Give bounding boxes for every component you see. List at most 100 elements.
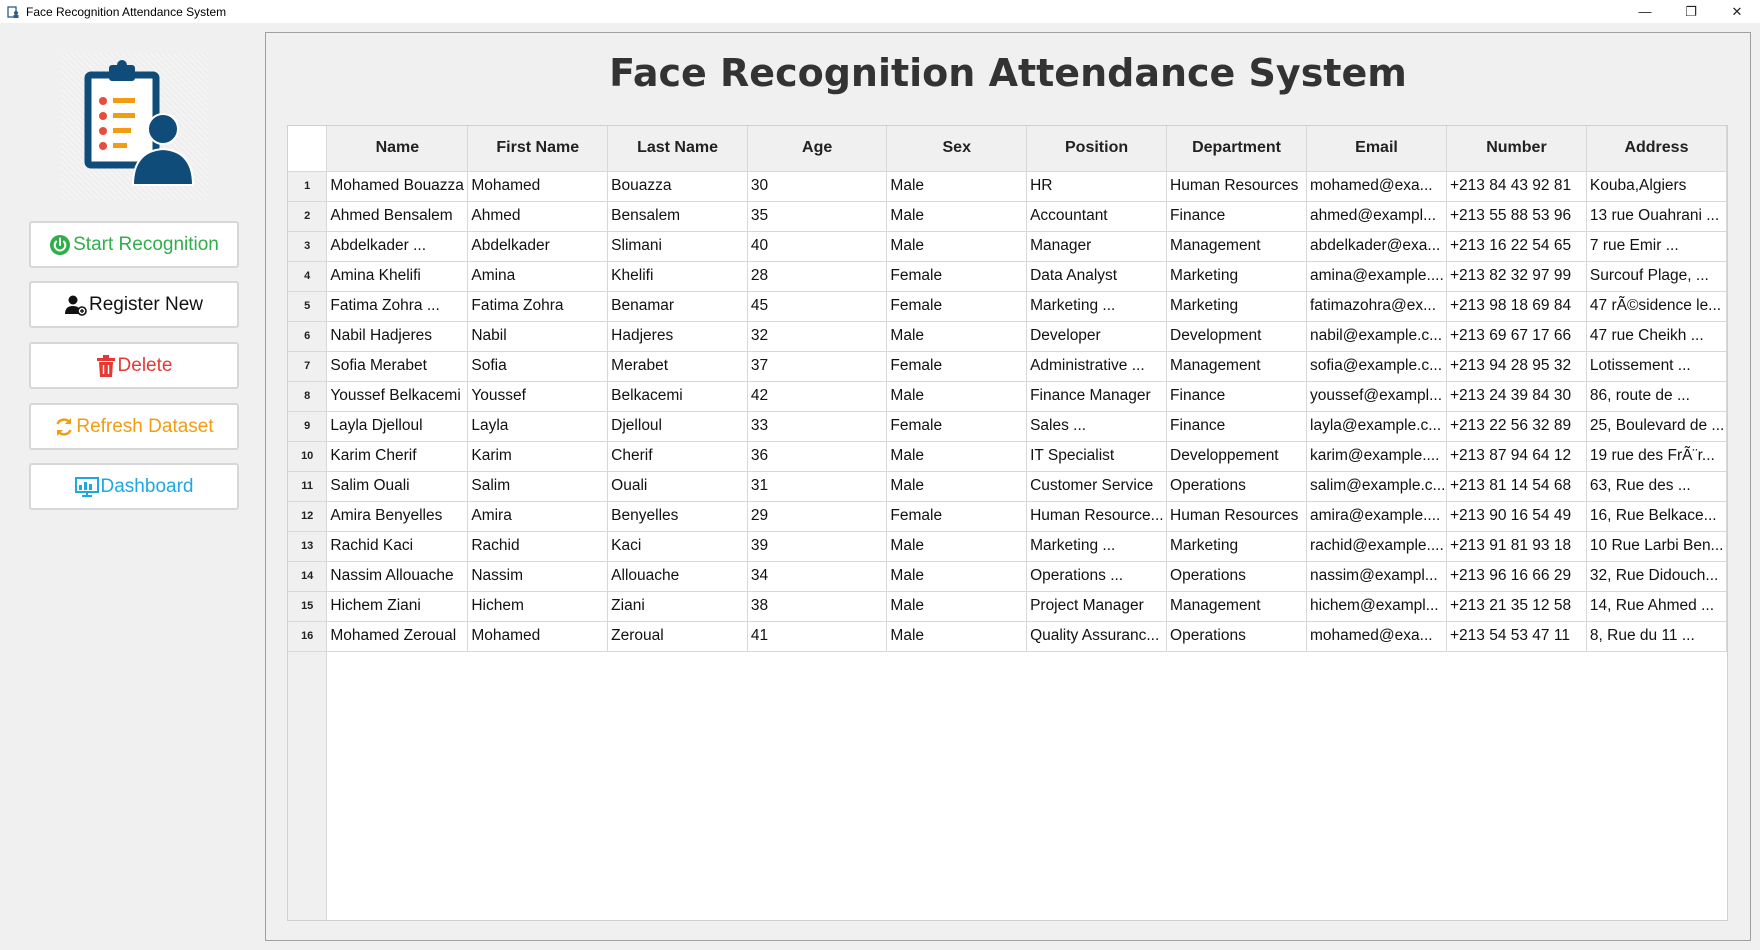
row-number[interactable]: 10 bbox=[288, 441, 328, 472]
table-cell[interactable]: salim@example.c... bbox=[1306, 471, 1447, 502]
table-cell[interactable]: Marketing ... bbox=[1026, 531, 1168, 562]
table-cell[interactable]: Rachid Kaci bbox=[326, 531, 469, 562]
table-cell[interactable]: Karim bbox=[467, 441, 609, 472]
row-number[interactable]: 8 bbox=[288, 381, 328, 412]
table-cell[interactable]: +213 90 16 54 49 bbox=[1446, 501, 1587, 532]
table-cell[interactable]: Ahmed bbox=[467, 201, 609, 232]
table-cell[interactable]: Sofia bbox=[467, 351, 609, 382]
table-cell[interactable]: +213 69 67 17 66 bbox=[1446, 321, 1587, 352]
table-cell[interactable]: 16, Rue Belkace... bbox=[1586, 501, 1727, 532]
corner-cell[interactable] bbox=[288, 126, 328, 172]
table-cell[interactable]: Ziani bbox=[607, 591, 748, 622]
table-cell[interactable]: 13 rue Ouahrani ... bbox=[1586, 201, 1727, 232]
table-cell[interactable]: Djelloul bbox=[607, 411, 748, 442]
table-cell[interactable]: abdelkader@exa... bbox=[1306, 231, 1447, 262]
table-cell[interactable]: Nabil Hadjeres bbox=[326, 321, 469, 352]
table-cell[interactable]: 14, Rue Ahmed ... bbox=[1586, 591, 1727, 622]
table-cell[interactable]: Marketing bbox=[1166, 531, 1307, 562]
table-row[interactable]: 16 Mohamed Zeroual Mohamed Zeroual 41 Male Qua… bbox=[288, 621, 1727, 652]
table-cell[interactable]: Ahmed Bensalem bbox=[326, 201, 469, 232]
table-cell[interactable]: Male bbox=[886, 321, 1028, 352]
table-cell[interactable]: Zeroual bbox=[607, 621, 748, 652]
table-cell[interactable]: 10 Rue Larbi Ben... bbox=[1586, 531, 1727, 562]
row-number[interactable]: 1 bbox=[288, 171, 328, 202]
row-number[interactable]: 14 bbox=[288, 561, 328, 592]
table-cell[interactable]: Kaci bbox=[607, 531, 748, 562]
table-cell[interactable]: +213 21 35 12 58 bbox=[1446, 591, 1587, 622]
column-header[interactable]: Number bbox=[1446, 126, 1587, 172]
table-cell[interactable]: Hichem Ziani bbox=[326, 591, 469, 622]
table-cell[interactable]: Management bbox=[1166, 351, 1307, 382]
table-cell[interactable]: 45 bbox=[747, 291, 888, 322]
table-cell[interactable]: Human Resources bbox=[1166, 501, 1307, 532]
table-cell[interactable]: karim@example.... bbox=[1306, 441, 1447, 472]
table-cell[interactable]: Bensalem bbox=[607, 201, 748, 232]
row-number[interactable]: 5 bbox=[288, 291, 328, 322]
table-cell[interactable]: Abdelkader ... bbox=[326, 231, 469, 262]
table-cell[interactable]: Bouazza bbox=[607, 171, 748, 202]
table-cell[interactable]: Karim Cherif bbox=[326, 441, 469, 472]
table-cell[interactable]: 41 bbox=[747, 621, 888, 652]
row-number[interactable]: 3 bbox=[288, 231, 328, 262]
table-cell[interactable]: 34 bbox=[747, 561, 888, 592]
table-cell[interactable]: Benamar bbox=[607, 291, 748, 322]
table-row[interactable]: 5 Fatima Zohra ... Fatima Zohra Benamar 45 Fe… bbox=[288, 291, 1727, 322]
table-row[interactable]: 12 Amira Benyelles Amira Benyelles 29 Female H… bbox=[288, 501, 1727, 532]
column-header[interactable]: Email bbox=[1306, 126, 1447, 172]
table-cell[interactable]: nabil@example.c... bbox=[1306, 321, 1447, 352]
table-cell[interactable]: ahmed@exampl... bbox=[1306, 201, 1447, 232]
table-row[interactable]: 13 Rachid Kaci Rachid Kaci 39 Male Marketing .… bbox=[288, 531, 1727, 562]
table-cell[interactable]: Marketing bbox=[1166, 261, 1307, 292]
row-number[interactable]: 9 bbox=[288, 411, 328, 442]
delete-button[interactable]: Delete bbox=[29, 342, 239, 389]
dashboard-button[interactable]: Dashboard bbox=[29, 463, 239, 510]
table-cell[interactable]: Male bbox=[886, 591, 1028, 622]
table-cell[interactable]: Project Manager bbox=[1026, 591, 1168, 622]
table-row[interactable]: 4 Amina Khelifi Amina Khelifi 28 Female Data A… bbox=[288, 261, 1727, 292]
table-cell[interactable]: rachid@example.... bbox=[1306, 531, 1447, 562]
start-recognition-button[interactable]: Start Recognition bbox=[29, 221, 239, 268]
table-cell[interactable]: Finance bbox=[1166, 201, 1307, 232]
table-cell[interactable]: +213 94 28 95 32 bbox=[1446, 351, 1587, 382]
row-number[interactable]: 7 bbox=[288, 351, 328, 382]
table-cell[interactable]: Khelifi bbox=[607, 261, 748, 292]
table-cell[interactable]: Female bbox=[886, 291, 1028, 322]
table-cell[interactable]: Customer Service bbox=[1026, 471, 1168, 502]
table-cell[interactable]: IT Specialist bbox=[1026, 441, 1168, 472]
close-button[interactable]: ✕ bbox=[1714, 0, 1760, 23]
table-row[interactable]: 1 Mohamed Bouazza Mohamed Bouazza 30 Male HR Hu… bbox=[288, 171, 1727, 202]
table-cell[interactable]: Kouba,Algiers bbox=[1586, 171, 1727, 202]
table-cell[interactable]: Developer bbox=[1026, 321, 1168, 352]
table-cell[interactable]: Development bbox=[1166, 321, 1307, 352]
table-cell[interactable]: Male bbox=[886, 561, 1028, 592]
table-cell[interactable]: Salim Ouali bbox=[326, 471, 469, 502]
table-cell[interactable]: mohamed@exa... bbox=[1306, 171, 1447, 202]
table-cell[interactable]: 8, Rue du 11 ... bbox=[1586, 621, 1727, 652]
table-cell[interactable]: Male bbox=[886, 621, 1028, 652]
table-cell[interactable]: 31 bbox=[747, 471, 888, 502]
table-cell[interactable]: Male bbox=[886, 231, 1028, 262]
table-cell[interactable]: Marketing bbox=[1166, 291, 1307, 322]
table-cell[interactable]: 37 bbox=[747, 351, 888, 382]
table-cell[interactable]: Female bbox=[886, 501, 1028, 532]
table-cell[interactable]: Lotissement ... bbox=[1586, 351, 1727, 382]
table-cell[interactable]: +213 22 56 32 89 bbox=[1446, 411, 1587, 442]
column-header[interactable]: Sex bbox=[886, 126, 1028, 172]
table-cell[interactable]: Layla bbox=[467, 411, 609, 442]
table-cell[interactable]: Hadjeres bbox=[607, 321, 748, 352]
table-cell[interactable]: 33 bbox=[747, 411, 888, 442]
table-cell[interactable]: Mohamed bbox=[467, 171, 609, 202]
maximize-button[interactable]: ❐ bbox=[1668, 0, 1714, 23]
table-row[interactable]: 11 Salim Ouali Salim Ouali 31 Male Customer Se… bbox=[288, 471, 1727, 502]
table-cell[interactable]: hichem@exampl... bbox=[1306, 591, 1447, 622]
table-cell[interactable]: 25, Boulevard de ... bbox=[1586, 411, 1727, 442]
table-cell[interactable]: HR bbox=[1026, 171, 1168, 202]
table-cell[interactable]: Youssef Belkacemi bbox=[326, 381, 469, 412]
column-header[interactable]: Address bbox=[1586, 126, 1727, 172]
table-cell[interactable]: +213 16 22 54 65 bbox=[1446, 231, 1587, 262]
table-cell[interactable]: 47 rÃ©sidence le... bbox=[1586, 291, 1727, 322]
table-cell[interactable]: +213 55 88 53 96 bbox=[1446, 201, 1587, 232]
column-header[interactable]: Department bbox=[1166, 126, 1307, 172]
table-cell[interactable]: 29 bbox=[747, 501, 888, 532]
table-cell[interactable]: +213 98 18 69 84 bbox=[1446, 291, 1587, 322]
